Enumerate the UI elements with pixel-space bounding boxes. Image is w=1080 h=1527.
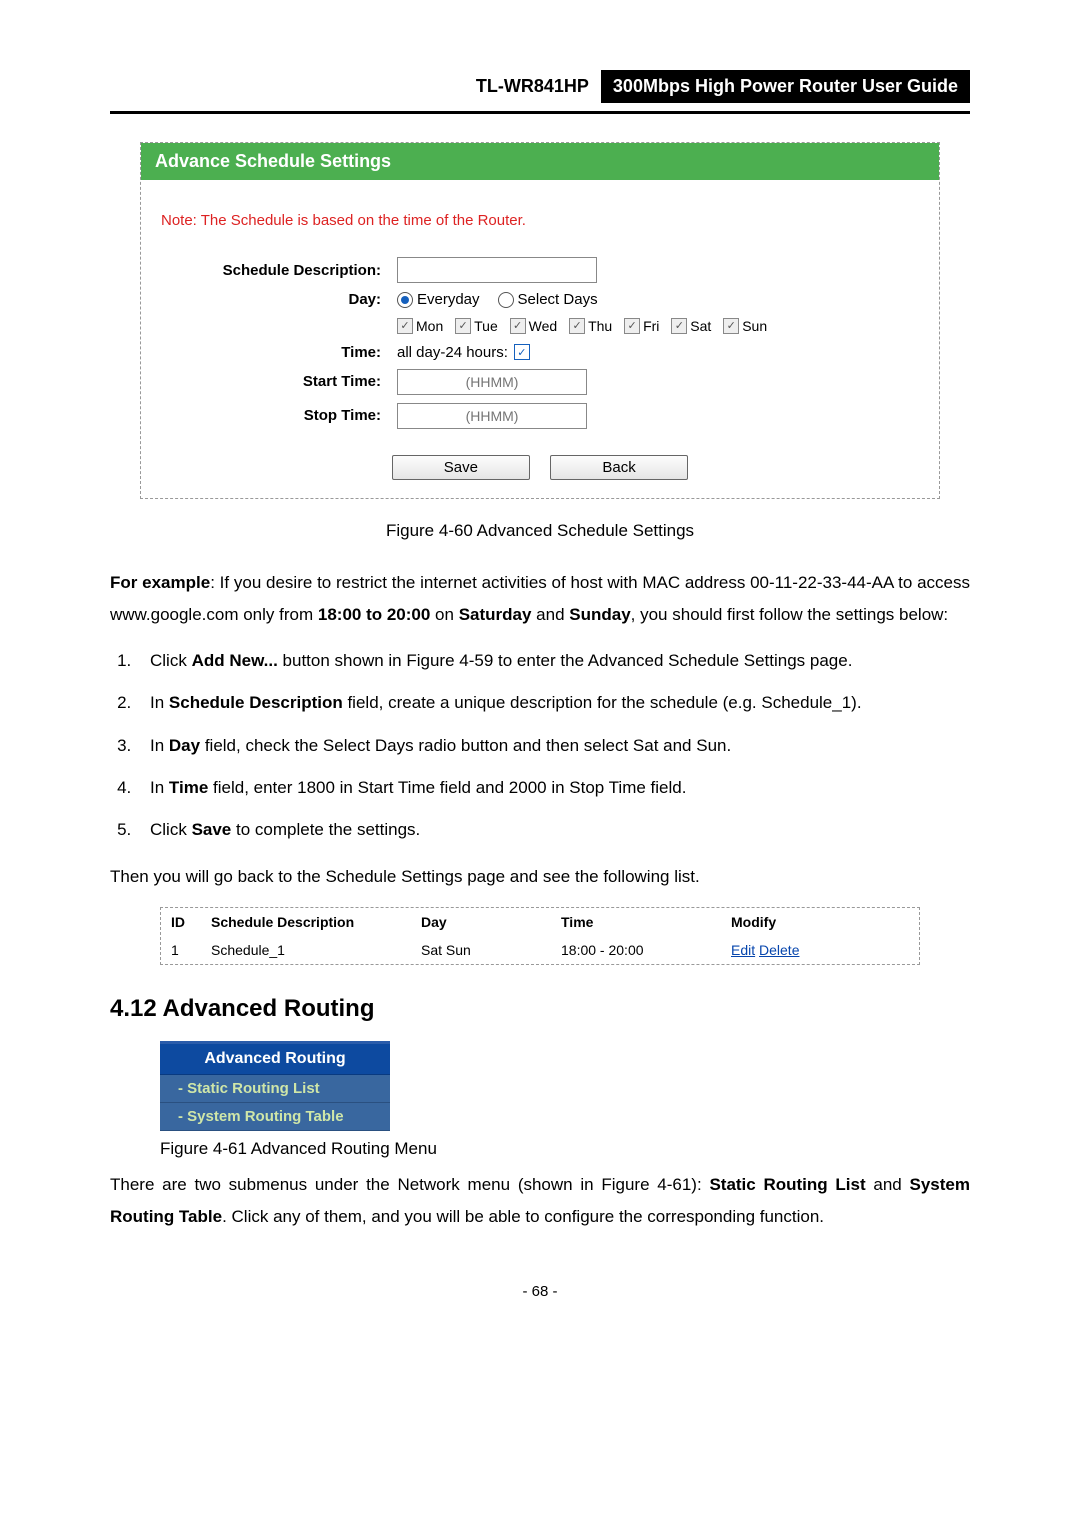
step-5: Click Save to complete the settings. <box>136 814 970 846</box>
panel-title: Advance Schedule Settings <box>141 143 939 180</box>
step-3: In Day field, check the Select Days radi… <box>136 730 970 762</box>
chk-thu[interactable]: ✓ <box>569 318 585 334</box>
save-button[interactable]: Save <box>392 455 530 480</box>
figure-4-60-caption: Figure 4-60 Advanced Schedule Settings <box>110 521 970 541</box>
step-1: Click Add New... button shown in Figure … <box>136 645 970 677</box>
figure-4-61-caption: Figure 4-61 Advanced Routing Menu <box>160 1139 970 1159</box>
radio-select-days[interactable] <box>498 292 514 308</box>
th-day: Day <box>421 914 561 930</box>
radio-everyday-label: Everyday <box>417 291 480 308</box>
step-2: In Schedule Description field, create a … <box>136 687 970 719</box>
back-button[interactable]: Back <box>550 455 688 480</box>
schedule-table: ID Schedule Description Day Time Modify … <box>160 907 920 965</box>
start-time-input[interactable] <box>397 369 587 395</box>
then-paragraph: Then you will go back to the Schedule Se… <box>110 861 970 893</box>
label-start-time: Start Time: <box>161 373 397 390</box>
schedule-description-input[interactable] <box>397 257 597 283</box>
chk-allday[interactable]: ✓ <box>514 344 530 360</box>
chk-sat-label: Sat <box>690 318 711 334</box>
th-time: Time <box>561 914 731 930</box>
chk-tue[interactable]: ✓ <box>455 318 471 334</box>
chk-sun[interactable]: ✓ <box>723 318 739 334</box>
chk-fri[interactable]: ✓ <box>624 318 640 334</box>
chk-wed[interactable]: ✓ <box>510 318 526 334</box>
stop-time-input[interactable] <box>397 403 587 429</box>
radio-select-days-label: Select Days <box>518 291 598 308</box>
routing-paragraph: There are two submenus under the Network… <box>110 1169 970 1234</box>
chk-mon[interactable]: ✓ <box>397 318 413 334</box>
menu-item-system-routing-table[interactable]: - System Routing Table <box>160 1103 390 1131</box>
th-desc: Schedule Description <box>211 914 421 930</box>
td-time: 18:00 - 20:00 <box>561 942 731 958</box>
td-desc: Schedule_1 <box>211 942 421 958</box>
doc-header: TL-WR841HP 300Mbps High Power Router Use… <box>110 70 970 103</box>
day-checkboxes: ✓Mon ✓Tue ✓Wed ✓Thu ✓Fri ✓Sat ✓Sun <box>161 316 919 334</box>
chk-mon-label: Mon <box>416 318 443 334</box>
chk-wed-label: Wed <box>529 318 558 334</box>
doc-title: 300Mbps High Power Router User Guide <box>601 70 970 103</box>
radio-everyday[interactable] <box>397 292 413 308</box>
steps-list: Click Add New... button shown in Figure … <box>110 645 970 846</box>
menu-title: Advanced Routing <box>160 1044 390 1075</box>
example-paragraph: For example: If you desire to restrict t… <box>110 567 970 632</box>
panel-note: Note: The Schedule is based on the time … <box>161 212 919 229</box>
time-allday-text: all day-24 hours: <box>397 344 508 361</box>
advance-schedule-panel: Advance Schedule Settings Note: The Sche… <box>140 142 940 499</box>
th-modify: Modify <box>731 914 871 930</box>
label-schedule-description: Schedule Description: <box>161 262 397 279</box>
menu-item-static-routing[interactable]: - Static Routing List <box>160 1075 390 1103</box>
advanced-routing-menu: Advanced Routing - Static Routing List -… <box>160 1041 390 1131</box>
chk-fri-label: Fri <box>643 318 659 334</box>
chk-tue-label: Tue <box>474 318 498 334</box>
label-day: Day: <box>161 291 397 308</box>
doc-model: TL-WR841HP <box>464 70 601 103</box>
delete-link[interactable]: Delete <box>759 942 799 958</box>
step-4: In Time field, enter 1800 in Start Time … <box>136 772 970 804</box>
page-number: - 68 - <box>110 1283 970 1300</box>
chk-sat[interactable]: ✓ <box>671 318 687 334</box>
td-day: Sat Sun <box>421 942 561 958</box>
edit-link[interactable]: Edit <box>731 942 755 958</box>
section-4-12-heading: 4.12 Advanced Routing <box>110 995 970 1023</box>
td-id: 1 <box>171 942 211 958</box>
header-rule <box>110 111 970 114</box>
th-id: ID <box>171 914 211 930</box>
label-time: Time: <box>161 344 397 361</box>
label-stop-time: Stop Time: <box>161 407 397 424</box>
chk-sun-label: Sun <box>742 318 767 334</box>
chk-thu-label: Thu <box>588 318 612 334</box>
